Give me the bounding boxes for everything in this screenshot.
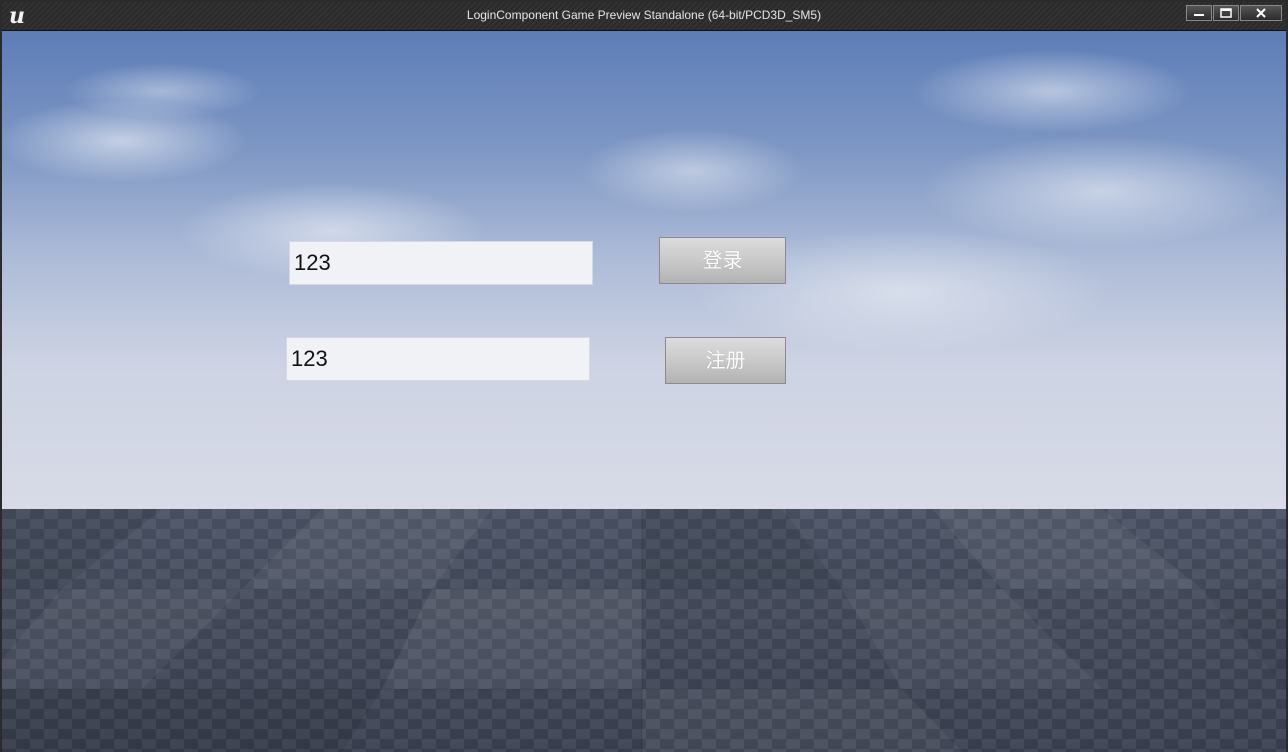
minimize-icon [1194,14,1204,16]
login-button[interactable]: 登录 [659,237,786,284]
maximize-button[interactable] [1213,5,1239,21]
register-button[interactable]: 注册 [665,337,786,384]
sky-background [2,31,1286,509]
title-bar[interactable]: u LoginComponent Game Preview Standalone… [2,2,1286,31]
game-window: u LoginComponent Game Preview Standalone… [0,0,1288,752]
maximize-icon [1220,8,1232,18]
floor-grid [2,509,1286,752]
minimize-button[interactable] [1186,5,1212,21]
window-controls [1185,5,1282,21]
username-input[interactable]: 123 [289,241,593,285]
game-viewport[interactable]: 123 登录 123 注册 [2,31,1286,752]
close-button[interactable] [1240,5,1282,21]
window-title: LoginComponent Game Preview Standalone (… [466,8,822,22]
password-input[interactable]: 123 [286,337,590,381]
checkered-floor [2,509,1286,752]
close-icon [1256,8,1266,18]
